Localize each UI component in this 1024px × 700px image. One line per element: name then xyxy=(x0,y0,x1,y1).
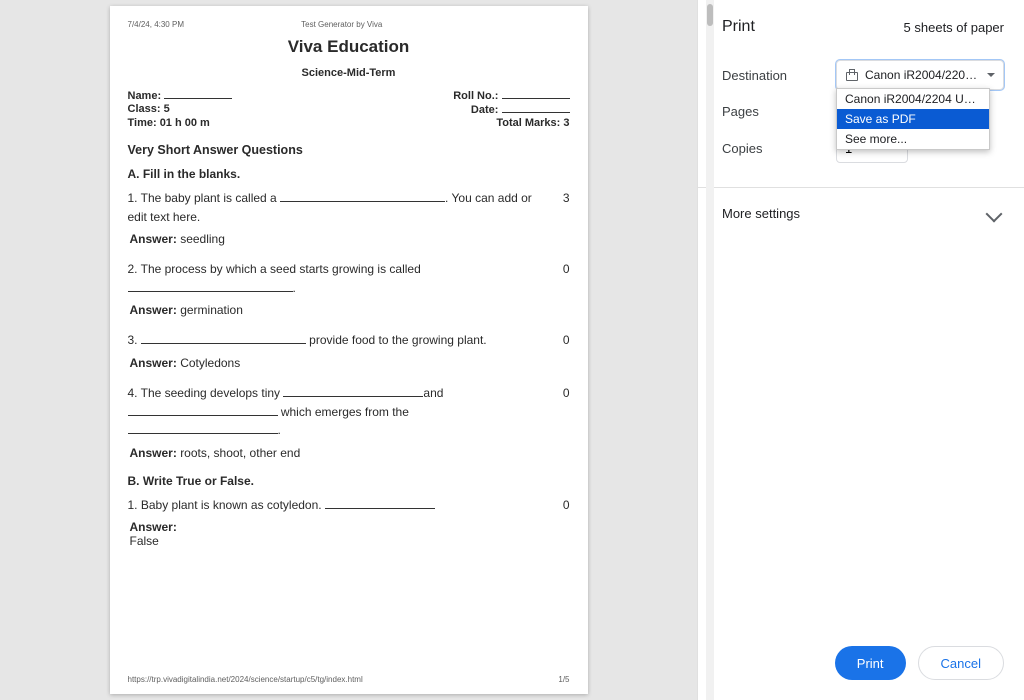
meta-date-label: Date: xyxy=(471,104,499,116)
answer-label: Answer: xyxy=(130,446,181,460)
print-panel: Print 5 sheets of paper Destination Cano… xyxy=(697,0,1024,700)
q2-text: 2. The process by which a seed starts gr… xyxy=(128,262,421,276)
q1-answer: seedling xyxy=(180,232,225,246)
sheet-count: 5 sheets of paper xyxy=(904,20,1004,35)
q3-part-a: 3. xyxy=(128,333,141,347)
preview-scrollbar[interactable] xyxy=(706,0,714,700)
q4-part-b: and xyxy=(423,386,443,400)
page-footer-num: 1/5 xyxy=(558,675,569,684)
document-title: Viva Education xyxy=(128,37,570,57)
chevron-down-icon xyxy=(987,73,995,77)
meta-name-label: Name: xyxy=(128,90,162,102)
copies-label: Copies xyxy=(722,141,826,156)
q3-part-b: provide food to the growing plant. xyxy=(306,333,487,347)
print-preview-area: 7/4/24, 4:30 PM Test Generator by Viva V… xyxy=(0,0,697,700)
q4-marks: 0 xyxy=(552,384,570,400)
q4-part-c: which emerges from the xyxy=(278,405,409,419)
section-heading: Very Short Answer Questions xyxy=(128,143,570,157)
meta-class: Class: 5 xyxy=(128,103,170,116)
destination-option-see-more[interactable]: See more... xyxy=(837,129,989,149)
destination-option-save-pdf[interactable]: Save as PDF xyxy=(837,109,989,129)
preview-page: 7/4/24, 4:30 PM Test Generator by Viva V… xyxy=(110,6,588,694)
more-settings-label: More settings xyxy=(722,206,800,221)
qb1-text: 1. Baby plant is known as cotyledon. xyxy=(128,498,325,512)
printer-icon xyxy=(845,69,859,81)
destination-select[interactable]: Canon iR2004/2204 UFF xyxy=(836,60,1004,90)
q4-part-a: 4. The seeding develops tiny xyxy=(128,386,284,400)
page-footer-url: https://trp.vivadigitalindia.net/2024/sc… xyxy=(128,675,363,684)
q3-answer: Cotyledons xyxy=(180,356,240,370)
print-button[interactable]: Print xyxy=(835,646,906,680)
destination-label: Destination xyxy=(722,68,826,83)
destination-option-printer[interactable]: Canon iR2004/2204 UFRII LT xyxy=(837,89,989,109)
q3-marks: 0 xyxy=(552,331,570,347)
answer-label: Answer: xyxy=(130,303,181,317)
subsection-b: B. Write True or False. xyxy=(128,474,570,488)
qb1-marks: 0 xyxy=(552,496,570,512)
qb1-answer: False xyxy=(130,534,159,548)
document-subtitle: Science-Mid-Term xyxy=(128,67,570,79)
meta-roll-label: Roll No.: xyxy=(453,90,498,102)
answer-label: Answer: xyxy=(130,520,177,534)
q1-part-a: 1. The baby plant is called a xyxy=(128,191,281,205)
panel-title: Print xyxy=(722,18,755,36)
q4-answer: roots, shoot, other end xyxy=(180,446,300,460)
destination-dropdown: Canon iR2004/2204 UFRII LT Save as PDF S… xyxy=(836,88,990,150)
destination-value: Canon iR2004/2204 UFF xyxy=(865,68,981,82)
q1-marks: 3 xyxy=(552,189,570,205)
page-header-timestamp: 7/4/24, 4:30 PM xyxy=(128,20,184,29)
meta-time: Time: 01 h 00 m xyxy=(128,117,210,129)
answer-label: Answer: xyxy=(130,232,181,246)
more-settings-toggle[interactable]: More settings xyxy=(698,188,1024,239)
meta-total: Total Marks: 3 xyxy=(496,117,569,129)
cancel-button[interactable]: Cancel xyxy=(918,646,1004,680)
pages-label: Pages xyxy=(722,104,826,119)
subsection-a: A. Fill in the blanks. xyxy=(128,167,570,181)
chevron-down-icon xyxy=(986,205,1003,222)
q2-answer: germination xyxy=(180,303,243,317)
answer-label: Answer: xyxy=(130,356,181,370)
q2-marks: 0 xyxy=(552,260,570,276)
page-header-app: Test Generator by Viva xyxy=(301,20,382,29)
scrollbar-thumb[interactable] xyxy=(707,4,713,26)
